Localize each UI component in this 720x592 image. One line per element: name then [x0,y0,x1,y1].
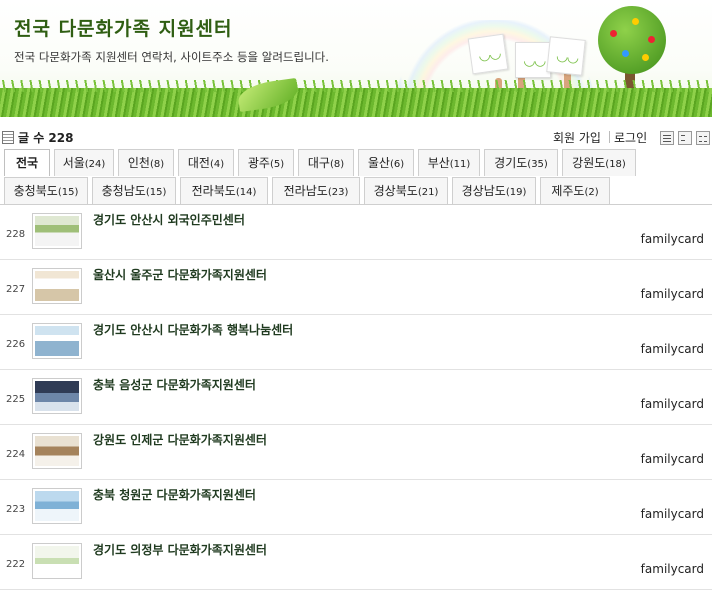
post-thumbnail[interactable] [32,488,82,524]
tab-region[interactable]: 인천(8) [118,149,174,176]
join-link[interactable]: 회원 가입 [553,129,601,146]
header-banner: 전국 다문화가족 지원센터 전국 다문화가족 지원센터 연락처, 사이트주소 등… [0,0,712,117]
tab-region[interactable]: 울산(6) [358,149,414,176]
post-thumbnail[interactable] [32,268,82,304]
post-title-link[interactable]: 울산시 울주군 다문화가족지원센터 [93,266,267,283]
post-thumbnail[interactable] [32,543,82,579]
webzine-view-icon[interactable] [678,131,692,145]
login-link[interactable]: 로그인 [614,129,647,146]
document-list-icon [2,131,14,144]
post-thumbnail[interactable] [32,433,82,469]
list-item: 224 강원도 인제군 다문화가족지원센터 familycard [0,425,712,480]
tab-region[interactable]: 전국 [4,149,50,176]
post-number: 224 [6,449,26,460]
post-number: 225 [6,394,26,405]
post-author[interactable]: familycard [641,342,704,356]
gallery-view-icon[interactable] [696,131,710,145]
post-author[interactable]: familycard [641,287,704,301]
list-item: 222 경기도 의정부 다문화가족지원센터 familycard [0,535,712,590]
tab-region[interactable]: 제주도(2) [540,177,610,204]
list-item: 225 충북 음성군 다문화가족지원센터 familycard [0,370,712,425]
tab-region[interactable]: 충청남도(15) [92,177,176,204]
tab-region[interactable]: 전라남도(23) [272,177,360,204]
post-title-link[interactable]: 강원도 인제군 다문화가족지원센터 [93,431,267,448]
post-number: 226 [6,339,26,350]
post-title-link[interactable]: 경기도 안산시 다문화가족 행복나눔센터 [93,321,293,338]
board-toolbar: 글 수 228 회원 가입 로그인 [0,129,712,147]
post-title-link[interactable]: 충북 청원군 다문화가족지원센터 [93,486,256,503]
link-divider [609,131,610,143]
list-item: 227 울산시 울주군 다문화가족지원센터 familycard [0,260,712,315]
tab-region[interactable]: 부산(11) [418,149,480,176]
grass-graphic [0,80,712,117]
post-title-link[interactable]: 경기도 의정부 다문화가족지원센터 [93,541,267,558]
post-author[interactable]: familycard [641,507,704,521]
post-author[interactable]: familycard [641,562,704,576]
post-count: 글 수 228 [18,131,74,145]
tab-region[interactable]: 대구(8) [298,149,354,176]
site-title: 전국 다문화가족 지원센터 [14,18,233,40]
tab-region[interactable]: 광주(5) [238,149,294,176]
tab-region[interactable]: 전라북도(14) [180,177,268,204]
post-title-link[interactable]: 경기도 안산시 외국인주민센터 [93,211,245,228]
tab-region[interactable]: 경기도(35) [484,149,558,176]
post-author[interactable]: familycard [641,232,704,246]
tab-region[interactable]: 경상북도(21) [364,177,448,204]
tab-region[interactable]: 충청북도(15) [4,177,88,204]
post-number: 228 [6,229,26,240]
post-author[interactable]: familycard [641,397,704,411]
site-subtitle: 전국 다문화가족 지원센터 연락처, 사이트주소 등을 알려드립니다. [14,50,329,64]
post-number: 227 [6,284,26,295]
post-thumbnail[interactable] [32,323,82,359]
post-number: 222 [6,559,26,570]
list-item: 226 경기도 안산시 다문화가족 행복나눔센터 familycard [0,315,712,370]
post-title-link[interactable]: 충북 음성군 다문화가족지원센터 [93,376,256,393]
post-thumbnail[interactable] [32,378,82,414]
post-number: 223 [6,504,26,515]
tab-region[interactable]: 경상남도(19) [452,177,536,204]
region-tabs: 전국 서울(24) 인천(8) 대전(4) 광주(5) 대구(8) 울산(6) … [2,149,710,205]
fruit-tree-graphic [598,6,666,74]
post-author[interactable]: familycard [641,452,704,466]
list-view-icon[interactable] [660,131,674,145]
list-item: 228 경기도 안산시 외국인주민센터 familycard [0,205,712,260]
post-thumbnail[interactable] [32,213,82,249]
tab-region[interactable]: 강원도(18) [562,149,636,176]
tab-region[interactable]: 대전(4) [178,149,234,176]
list-item: 223 충북 청원군 다문화가족지원센터 familycard [0,480,712,535]
tab-region[interactable]: 서울(24) [54,149,114,176]
